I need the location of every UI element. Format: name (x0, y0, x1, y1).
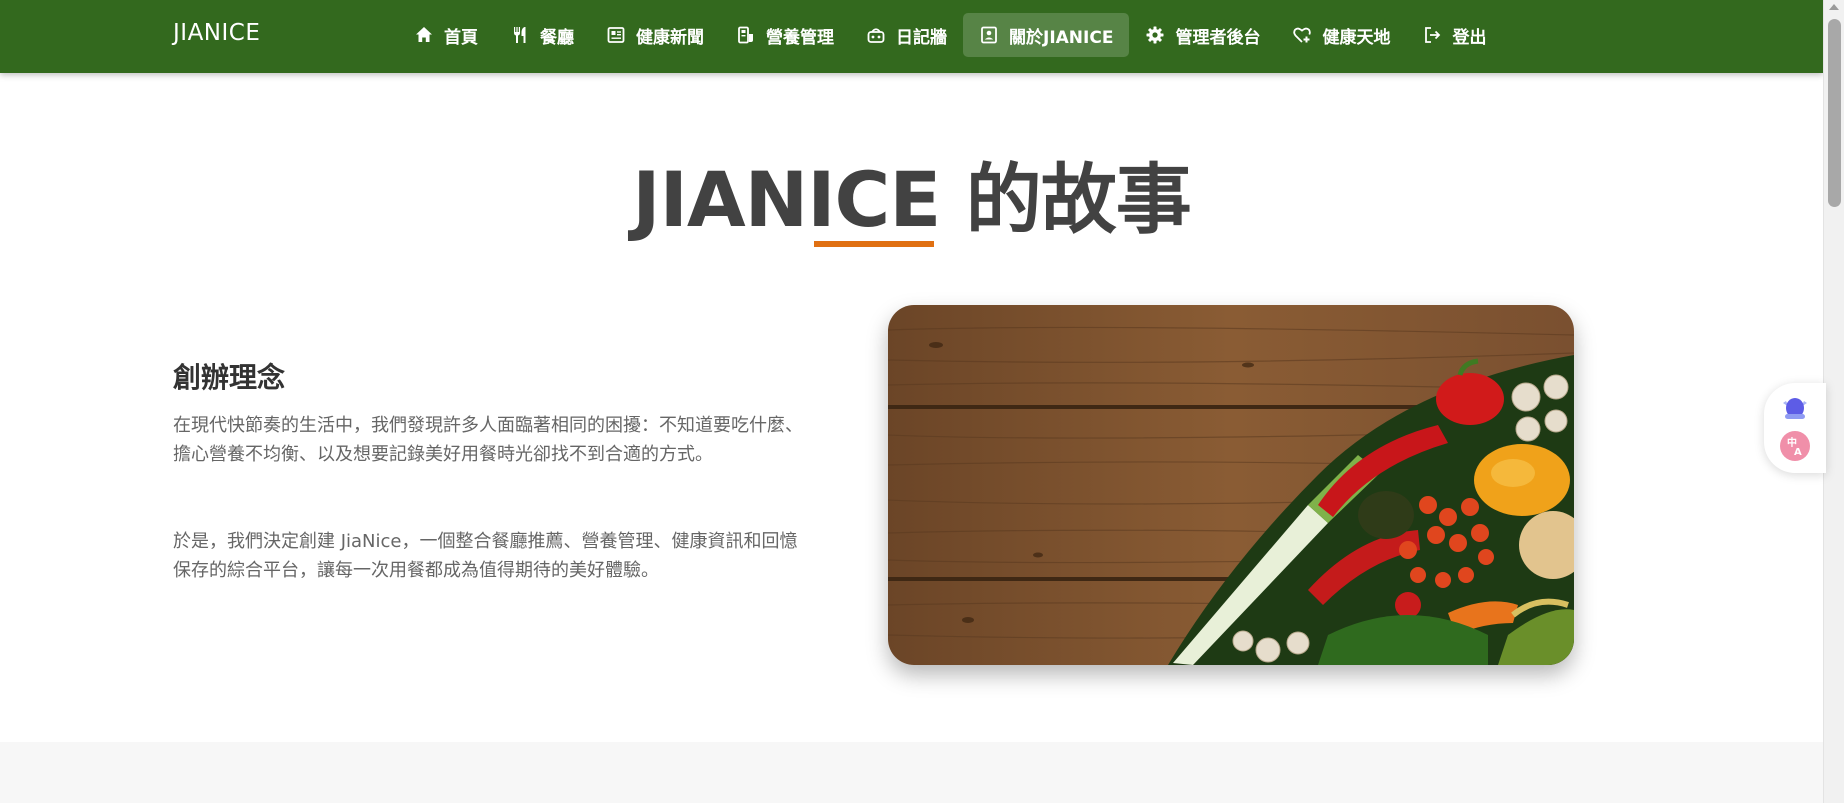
home-icon (414, 25, 434, 45)
nav-item-diary-wall[interactable]: 日記牆 (850, 13, 963, 57)
nav-item-about[interactable]: 關於JIANICE (963, 13, 1130, 57)
nav-item-restaurants[interactable]: 餐廳 (494, 13, 590, 57)
nav-item-health-world[interactable]: 健康天地 (1276, 13, 1406, 57)
title-underline (814, 241, 934, 247)
top-navbar: JIANICE 首頁 餐廳 健康新聞 營養管理 日記牆 關於JIANICE 管理… (0, 0, 1823, 73)
page-title: JIANICE 的故事 (632, 155, 1191, 244)
floating-assistant-widget: 中 A (1764, 383, 1826, 473)
nav-item-label: 關於JIANICE (1009, 27, 1114, 48)
nav-item-label: 餐廳 (540, 27, 574, 48)
logout-icon (1422, 25, 1442, 45)
vegetables-image (888, 305, 1574, 665)
newspaper-icon (606, 25, 626, 45)
svg-text:A: A (1794, 447, 1802, 458)
nav-item-label: 健康新聞 (636, 27, 704, 48)
nav-menu: 首頁 餐廳 健康新聞 營養管理 日記牆 關於JIANICE 管理者後台 健康天地… (398, 13, 1502, 57)
nav-item-admin[interactable]: 管理者後台 (1129, 13, 1276, 57)
brand-logo[interactable]: JIANICE (173, 20, 260, 46)
philosophy-paragraph: 於是，我們決定創建 JiaNice，一個整合餐廳推薦、營養管理、健康資訊和回憶保… (173, 531, 798, 581)
translate-icon[interactable]: 中 A (1779, 430, 1811, 462)
gear-icon (1145, 25, 1165, 45)
nav-item-label: 日記牆 (896, 27, 947, 48)
assistant-icon[interactable] (1780, 393, 1810, 423)
next-section-background (0, 742, 1823, 803)
nav-item-label: 管理者後台 (1175, 27, 1261, 48)
nav-item-label: 健康天地 (1322, 27, 1391, 48)
heart-plus-icon (1292, 25, 1312, 45)
contact-card-icon (979, 25, 999, 45)
page-scrollbar[interactable] (1823, 0, 1844, 803)
nav-item-logout[interactable]: 登出 (1406, 13, 1502, 57)
nav-item-label: 首頁 (444, 27, 478, 48)
nav-item-nutrition[interactable]: 營養管理 (720, 13, 850, 57)
nav-item-label: 登出 (1452, 27, 1487, 48)
nav-item-health-news[interactable]: 健康新聞 (590, 13, 720, 57)
scroll-up-arrow-icon[interactable] (1829, 4, 1839, 10)
philosophy-paragraph: 在現代快節奏的生活中，我們發現許多人面臨著相同的困擾：不知道要吃什麼、擔心營養不… (173, 415, 803, 465)
diary-icon (866, 25, 886, 45)
nav-item-label: 營養管理 (766, 27, 834, 48)
utensils-icon (510, 25, 530, 45)
nutrition-icon (736, 25, 756, 45)
nav-item-home[interactable]: 首頁 (398, 13, 494, 57)
scroll-thumb[interactable] (1828, 19, 1841, 207)
section-heading: 創辦理念 (173, 361, 286, 394)
